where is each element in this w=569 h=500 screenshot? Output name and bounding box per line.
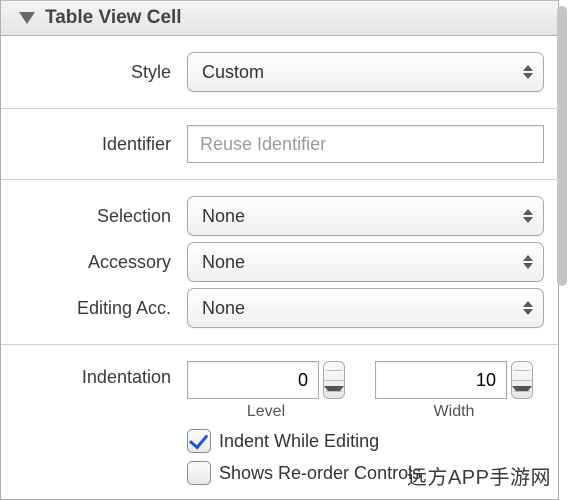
section-header[interactable]: Table View Cell — [1, 0, 558, 36]
indent-while-editing-checkbox[interactable] — [187, 429, 211, 453]
group-identifier: Identifier — [1, 109, 558, 180]
shows-reorder-label: Shows Re-order Controls — [219, 463, 421, 484]
selection-value: None — [202, 206, 245, 227]
updown-arrows-icon — [523, 65, 533, 79]
accessory-label: Accessory — [1, 252, 187, 273]
style-value: Custom — [202, 62, 264, 83]
updown-arrows-icon — [523, 255, 533, 269]
indentation-level-sublabel: Level — [247, 403, 285, 421]
editing-acc-popup[interactable]: None — [187, 288, 544, 328]
indent-while-editing-label: Indent While Editing — [219, 431, 379, 452]
disclosure-triangle-icon — [19, 12, 35, 24]
indentation-width-sublabel: Width — [434, 403, 475, 421]
indentation-level-stepper[interactable] — [323, 361, 345, 399]
selection-label: Selection — [1, 206, 187, 227]
updown-arrows-icon — [523, 301, 533, 315]
accessory-value: None — [202, 252, 245, 273]
identifier-field[interactable] — [187, 125, 544, 163]
section-title: Table View Cell — [45, 7, 182, 29]
group-style: Style Custom — [1, 36, 558, 109]
vertical-scrollbar[interactable] — [557, 6, 567, 286]
selection-popup[interactable]: None — [187, 196, 544, 236]
table-view-cell-inspector: Table View Cell Style Custom Identifier — [0, 0, 559, 500]
identifier-label: Identifier — [1, 134, 187, 155]
indentation-width-block: Width — [375, 361, 533, 421]
editing-acc-value: None — [202, 298, 245, 319]
style-label: Style — [1, 62, 187, 83]
indent-while-editing-row[interactable]: Indent While Editing — [187, 429, 544, 453]
indentation-level-block: Level — [187, 361, 345, 421]
indentation-label: Indentation — [1, 361, 187, 388]
indentation-width-field[interactable] — [375, 361, 507, 399]
watermark-text: 远方APP手游网 — [407, 461, 551, 490]
indentation-level-field[interactable] — [187, 361, 319, 399]
accessory-popup[interactable]: None — [187, 242, 544, 282]
updown-arrows-icon — [523, 209, 533, 223]
editing-acc-label: Editing Acc. — [1, 298, 187, 319]
style-popup[interactable]: Custom — [187, 52, 544, 92]
group-selection-accessory: Selection None Accessory None — [1, 180, 558, 345]
indentation-width-stepper[interactable] — [511, 361, 533, 399]
shows-reorder-checkbox[interactable] — [187, 461, 211, 485]
